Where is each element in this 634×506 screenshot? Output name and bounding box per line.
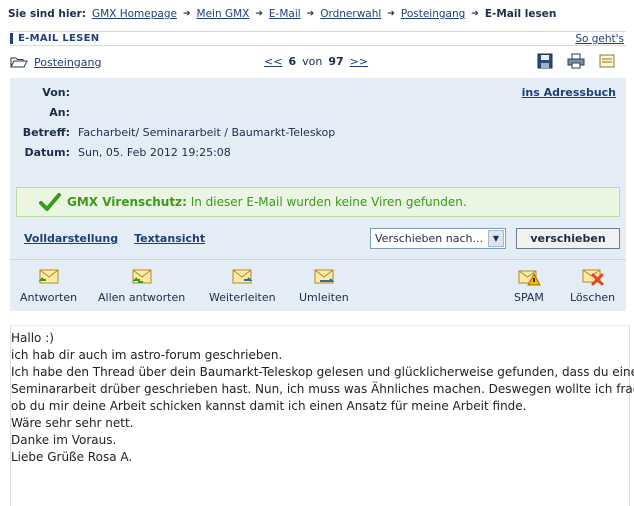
breadcrumb-link-ordnerwahl[interactable]: Ordnerwahl [320, 8, 381, 20]
action-toolbar: Antworten Allen antworten Weiterleiten U… [10, 259, 626, 311]
breadcrumb-link-posteingang[interactable]: Posteingang [401, 8, 465, 20]
delete-button[interactable]: Löschen [570, 266, 615, 304]
current-index: 6 [288, 55, 297, 68]
message-nav: Posteingang << 6 von 97 >> [10, 52, 626, 72]
print-icon[interactable] [567, 53, 585, 69]
breadcrumb-current: E-Mail lesen [484, 8, 557, 20]
move-folder-select[interactable]: Verschieben nach... ▼ [370, 228, 506, 249]
virus-message: In dieser E-Mail wurden keine Viren gefu… [190, 195, 467, 209]
section-header: E-MAIL LESEN So geht's [10, 31, 626, 46]
pager-of: von [302, 55, 323, 68]
breadcrumb: Sie sind hier: GMX Homepage ➔ Mein GMX ➔… [8, 6, 556, 22]
breadcrumb-arrow-icon: ➔ [387, 9, 395, 19]
reply-all-button[interactable]: Allen antworten [98, 266, 185, 304]
redirect-button[interactable]: Umleiten [299, 266, 349, 304]
subject-value: Facharbeit/ Seminararbeit / Baumarkt-Tel… [78, 126, 336, 139]
prev-message-link[interactable]: << [264, 55, 282, 68]
save-icon[interactable] [536, 53, 554, 69]
spam-warning-icon [518, 270, 541, 286]
from-label: Von: [42, 86, 70, 99]
from-row: Von: [10, 86, 78, 99]
redirect-label: Umleiten [299, 291, 349, 304]
body-line: Wäre sehr sehr nett. [11, 416, 134, 430]
checkmark-icon [39, 193, 61, 211]
pager: << 6 von 97 >> [264, 55, 368, 68]
forward-button[interactable]: Weiterleiten [209, 266, 276, 304]
view-links: Volldarstellung Textansicht [24, 232, 205, 245]
note-icon[interactable] [598, 53, 616, 69]
virus-text: GMX Virenschutz: In dieser E-Mail wurden… [67, 195, 467, 209]
breadcrumb-arrow-icon: ➔ [306, 9, 315, 19]
subject-label: Betreff: [22, 126, 70, 139]
breadcrumb-arrow-icon: ➔ [182, 9, 191, 19]
forward-icon [232, 269, 253, 284]
subject-row: Betreff: Facharbeit/ Seminararbeit / Bau… [10, 126, 336, 139]
delete-label: Löschen [570, 291, 616, 304]
redirect-icon [314, 269, 335, 284]
date-row: Datum: Sun, 05. Feb 2012 19:25:08 [10, 146, 231, 159]
next-message-link[interactable]: >> [350, 55, 368, 68]
body-line: Liebe Grüße Rosa A. [11, 450, 133, 464]
breadcrumb-link-email[interactable]: E-Mail [269, 8, 301, 20]
reply-icon [38, 269, 59, 284]
body-line: Danke im Voraus. [11, 433, 117, 447]
move-select-value: Verschieben nach... [375, 232, 483, 245]
virus-brand: GMX Virenschutz: [67, 195, 187, 209]
body-line: ich hab dir auch im astro-forum geschrie… [11, 348, 283, 362]
body-line: ob du mir deine Arbeit schicken kannst d… [11, 399, 527, 413]
spam-button[interactable]: SPAM [514, 266, 544, 304]
full-view-link[interactable]: Volldarstellung [24, 232, 118, 245]
reply-all-label: Allen antworten [98, 291, 186, 304]
breadcrumb-link-mein-gmx[interactable]: Mein GMX [197, 8, 250, 20]
body-line: Ich habe den Thread über dein Baumarkt-T… [11, 365, 634, 379]
delete-icon [582, 269, 604, 286]
help-link[interactable]: So geht's [575, 33, 624, 45]
move-button[interactable]: verschieben [516, 228, 620, 249]
address-book-link[interactable]: ins Adressbuch [522, 86, 616, 99]
forward-label: Weiterleiten [209, 291, 276, 304]
breadcrumb-link-homepage[interactable]: GMX Homepage [92, 8, 177, 20]
message-tools [536, 53, 616, 69]
reply-label: Antworten [20, 291, 78, 304]
message-body: Hallo :) ich hab dir auch im astro-forum… [10, 325, 634, 506]
breadcrumb-arrow-icon: ➔ [255, 9, 263, 19]
message-header-panel: Von: An: Betreff: Facharbeit/ Seminararb… [10, 78, 626, 173]
body-line: Hallo :) [11, 331, 54, 345]
reply-button[interactable]: Antworten [20, 266, 77, 304]
folder-link-posteingang[interactable]: Posteingang [34, 56, 102, 69]
text-view-link[interactable]: Textansicht [134, 232, 205, 245]
body-line: Seminararbeit drüber geschrieben hast. N… [11, 382, 634, 396]
date-value: Sun, 05. Feb 2012 19:25:08 [78, 146, 231, 159]
to-row: An: [10, 106, 78, 119]
spam-label: SPAM [514, 291, 544, 304]
page-title: E-MAIL LESEN [10, 33, 99, 44]
reply-all-icon [132, 269, 152, 284]
folder-open-icon [10, 57, 28, 68]
chevron-down-icon[interactable]: ▼ [488, 230, 504, 247]
date-label: Datum: [24, 146, 70, 159]
virus-notice: GMX Virenschutz: In dieser E-Mail wurden… [16, 187, 620, 217]
breadcrumb-arrow-icon: ➔ [471, 9, 479, 19]
to-label: An: [49, 106, 70, 119]
total-count: 97 [328, 55, 344, 68]
breadcrumb-prefix: Sie sind hier: [8, 8, 87, 20]
